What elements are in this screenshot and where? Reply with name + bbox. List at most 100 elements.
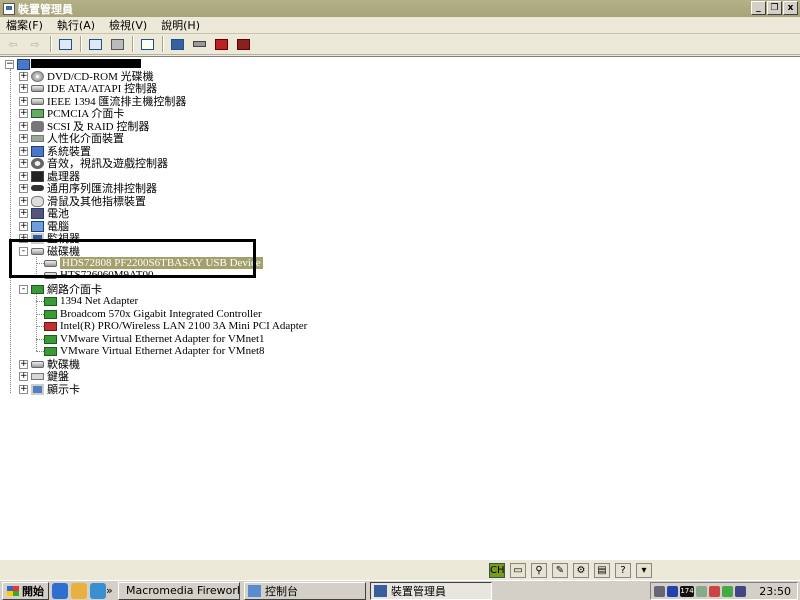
settings-icon[interactable]: ⚙ [573, 563, 589, 578]
outlook-icon[interactable] [71, 582, 87, 599]
toolbar: ⇦ ⇨ [0, 34, 800, 55]
expand-toggle[interactable]: + [19, 209, 28, 218]
network-adapter-icon [44, 346, 57, 356]
print-icon[interactable] [108, 36, 126, 52]
forward-arrow-icon[interactable]: ⇨ [26, 36, 44, 52]
cdrom-icon [31, 70, 44, 82]
clock[interactable]: 23:50 [759, 585, 791, 598]
device-manager-icon [374, 584, 387, 597]
back-arrow-icon[interactable]: ⇦ [4, 36, 22, 52]
tree-item-net-intel[interactable]: Intel(R) PRO/Wireless LAN 2100 3A Mini P… [44, 320, 307, 332]
language-bar: CH ▭ ⚲ ✎ ⚙ ▤ ? ▾ [489, 563, 652, 578]
tree-item-net-broadcom[interactable]: Broadcom 570x Gigabit Integrated Control… [44, 308, 262, 320]
window-title: 裝置管理員 [18, 2, 73, 16]
tree-line [36, 294, 37, 351]
sync-tray-icon[interactable] [696, 585, 707, 597]
keyboard-icon[interactable]: ▭ [510, 563, 526, 578]
status-bar: CH ▭ ⚲ ✎ ⚙ ▤ ? ▾ [0, 559, 800, 580]
antivirus-tray-icon[interactable] [709, 585, 720, 597]
expand-toggle[interactable]: + [19, 134, 28, 143]
start-button[interactable]: 開始 [2, 581, 49, 600]
root-computer-name[interactable] [31, 59, 141, 68]
system-device-icon [31, 145, 44, 157]
close-button[interactable]: x [783, 1, 798, 15]
tree-item-net-1394[interactable]: 1394 Net Adapter [44, 295, 138, 307]
show-hide-tree-icon[interactable] [56, 36, 74, 52]
device-tree[interactable]: − + DVD/CD-ROM 光碟機 + IDE ATA/ATAPI 控制器 +… [0, 56, 800, 559]
annotation-box [9, 239, 256, 278]
expand-toggle[interactable]: + [19, 172, 28, 181]
tree-line [10, 69, 11, 393]
expand-toggle[interactable]: + [19, 197, 28, 206]
menu-action[interactable]: 執行(A) [57, 17, 95, 33]
network-adapter-icon [44, 296, 57, 306]
task-control-panel[interactable]: 控制台 [244, 581, 366, 600]
network-adapter-icon [44, 334, 57, 344]
scan-hardware-icon[interactable] [168, 36, 186, 52]
help-icon[interactable]: ? [615, 563, 631, 578]
menu-file[interactable]: 檔案(F) [6, 17, 43, 33]
expand-toggle[interactable]: + [19, 97, 28, 106]
pen-icon[interactable]: ✎ [552, 563, 568, 578]
battery-tray-icon[interactable] [735, 585, 746, 597]
tree-item-net-vmnet1[interactable]: VMware Virtual Ethernet Adapter for VMne… [44, 333, 265, 345]
expand-toggle[interactable]: + [19, 372, 28, 381]
uninstall-icon[interactable] [212, 36, 230, 52]
toolbar-separator [80, 36, 82, 52]
restore-button[interactable]: ❐ [767, 1, 782, 15]
device-manager-icon [3, 2, 15, 15]
minimize-button[interactable]: _ [751, 1, 766, 15]
menu-view[interactable]: 檢視(V) [109, 17, 147, 33]
expand-toggle[interactable]: + [19, 360, 28, 369]
hid-icon [31, 134, 44, 142]
network-tray-icon[interactable] [654, 585, 665, 597]
task-device-manager[interactable]: 裝置管理員 [370, 581, 492, 600]
taskbar: 開始 » Macromedia Fireworks M... 控制台 裝置管理員… [0, 580, 800, 600]
task-fireworks[interactable]: Macromedia Fireworks M... [118, 581, 240, 600]
tree-item-display[interactable]: 顯示卡 [31, 383, 80, 396]
expand-toggle[interactable]: + [19, 159, 28, 168]
expand-toggle[interactable]: + [19, 222, 28, 231]
control-panel-icon [248, 584, 261, 597]
root-collapse-toggle[interactable]: − [5, 60, 14, 69]
tree-item-network[interactable]: 網路介面卡 [31, 283, 102, 296]
keyboard-icon [31, 372, 44, 380]
ime-indicator[interactable]: CH [489, 563, 505, 578]
expand-toggle[interactable]: + [19, 109, 28, 118]
network-adapter-disabled-icon [44, 321, 57, 331]
expand-toggle[interactable]: + [19, 147, 28, 156]
tools-icon[interactable]: ⚲ [531, 563, 547, 578]
menu-bar: 檔案(F) 執行(A) 檢視(V) 說明(H) [0, 17, 800, 34]
ie-icon[interactable] [52, 582, 68, 599]
quicklaunch-chevron-icon[interactable]: » [106, 584, 114, 597]
properties-icon[interactable] [86, 36, 104, 52]
toolbar-separator [162, 36, 164, 52]
options-icon[interactable]: ▾ [636, 563, 652, 578]
expand-toggle[interactable]: + [19, 72, 28, 81]
disable-device-icon[interactable] [234, 36, 252, 52]
help-icon[interactable] [138, 36, 156, 52]
battery-icon [31, 207, 44, 219]
floppy-drive-icon [31, 360, 44, 368]
menu-help[interactable]: 說明(H) [161, 17, 200, 33]
computer-icon [17, 59, 30, 70]
display-adapter-icon [31, 383, 44, 395]
shield-tray-icon[interactable] [667, 585, 678, 597]
expand-toggle[interactable]: + [19, 385, 28, 394]
expand-toggle[interactable]: + [19, 122, 28, 131]
tray-badge[interactable]: 174 [680, 585, 694, 597]
wireless-tray-icon[interactable] [722, 585, 733, 597]
ide-controller-icon [31, 84, 44, 92]
toolbar-separator [132, 36, 134, 52]
window-controls: _ ❐ x [751, 1, 798, 15]
1394-controller-icon [31, 97, 44, 105]
update-driver-icon[interactable] [190, 36, 208, 52]
processor-icon [31, 170, 44, 182]
expand-toggle[interactable]: + [19, 184, 28, 193]
expand-toggle[interactable]: + [19, 84, 28, 93]
language-icon[interactable]: ▤ [594, 563, 610, 578]
desktop-icon[interactable] [90, 582, 106, 599]
pcmcia-icon [31, 108, 44, 118]
collapse-toggle[interactable]: - [19, 285, 28, 294]
computer-icon [31, 220, 44, 232]
